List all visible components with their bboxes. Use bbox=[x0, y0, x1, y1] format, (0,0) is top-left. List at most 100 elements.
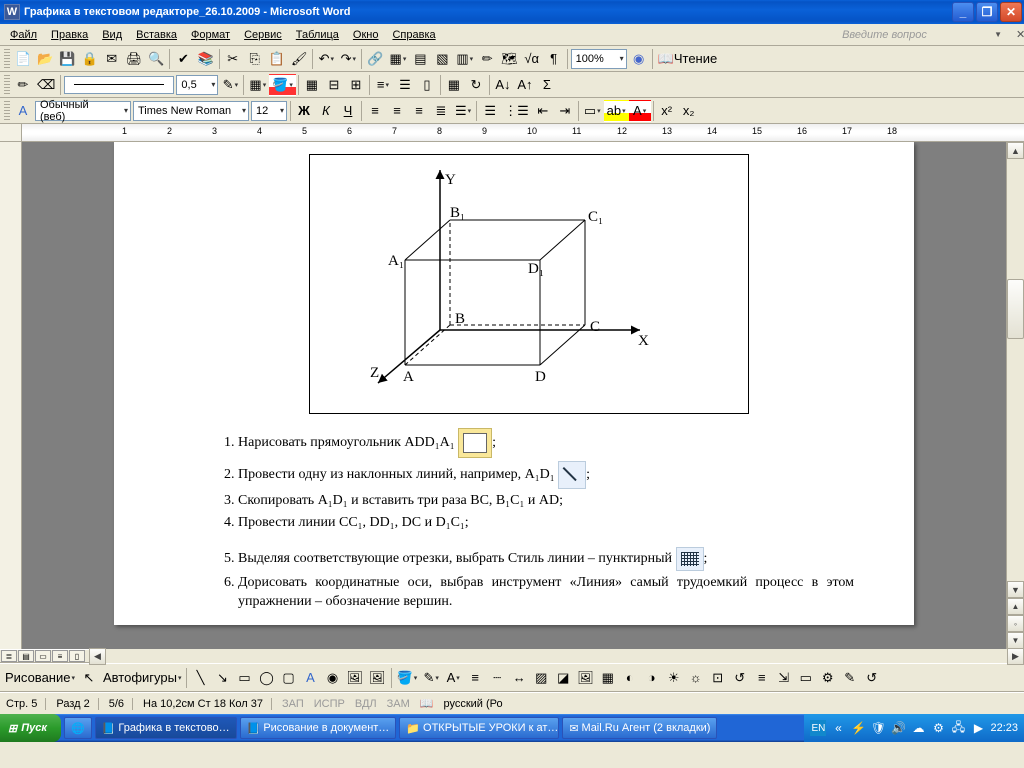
ruler-horizontal[interactable]: 12 34 56 78 910 1112 1314 1516 1718 bbox=[0, 124, 1024, 142]
doc-map-button[interactable]: 🗺 bbox=[498, 48, 521, 70]
arrow-button[interactable]: ↘ bbox=[211, 667, 233, 689]
rectangle-button[interactable]: ▭ bbox=[233, 667, 255, 689]
scroll-down-button[interactable]: ▼ bbox=[1007, 581, 1024, 598]
redo-button[interactable]: ↷ bbox=[337, 48, 359, 70]
menu-window[interactable]: Окно bbox=[347, 27, 385, 43]
cut-button[interactable]: ✂ bbox=[222, 48, 244, 70]
sort-desc-button[interactable]: A↑ bbox=[514, 74, 536, 96]
normal-view-button[interactable]: ≣ bbox=[1, 650, 17, 662]
drawing-toolbar-button[interactable]: ✏ bbox=[476, 48, 498, 70]
decrease-indent-button[interactable]: ⇤ bbox=[532, 100, 554, 122]
taskbar-item-folder[interactable]: 📁ОТКРЫТЫЕ УРОКИ к ат… bbox=[399, 717, 559, 739]
print-view-button[interactable]: ▭ bbox=[35, 650, 51, 662]
status-spellcheck-icon[interactable]: 📖 bbox=[420, 697, 434, 710]
shading-color-button[interactable]: 🪣 bbox=[269, 74, 296, 96]
close-doc-button[interactable]: ✕ bbox=[1010, 26, 1024, 43]
paste-button[interactable]: 📋 bbox=[266, 48, 288, 70]
text-wrap-button[interactable]: ▭ bbox=[795, 667, 817, 689]
tray-icon[interactable]: ☁ bbox=[910, 720, 926, 736]
start-button[interactable]: ⊞Пуск bbox=[0, 714, 61, 742]
new-doc-button[interactable]: 📄 bbox=[12, 48, 34, 70]
toolbar-grip[interactable] bbox=[4, 49, 10, 69]
compress-button[interactable]: ⇲ bbox=[773, 667, 795, 689]
menu-edit[interactable]: Правка bbox=[45, 27, 94, 43]
line-button[interactable]: ╲ bbox=[189, 667, 211, 689]
text-direction-button[interactable]: ↻ bbox=[465, 74, 487, 96]
line-spacing-button[interactable]: ☰ bbox=[452, 100, 474, 122]
status-ovr[interactable]: ЗАМ bbox=[387, 698, 410, 710]
font-color-button[interactable]: A bbox=[629, 100, 651, 122]
less-bright-button[interactable]: ☼ bbox=[685, 667, 707, 689]
underline-button[interactable]: Ч bbox=[337, 100, 359, 122]
fill-color-button[interactable]: 🪣 bbox=[394, 667, 421, 689]
distribute-rows-button[interactable]: ☰ bbox=[394, 74, 416, 96]
insert-table-button[interactable]: ▤ bbox=[409, 48, 431, 70]
minimize-button[interactable]: _ bbox=[952, 2, 974, 22]
print-preview-button[interactable]: 🔍 bbox=[145, 48, 167, 70]
scroll-right-button[interactable]: ▶ bbox=[1007, 648, 1024, 665]
less-contrast-button[interactable]: ◑ bbox=[641, 667, 663, 689]
align-cell-button[interactable]: ≡ bbox=[372, 74, 394, 96]
menu-insert[interactable]: Вставка bbox=[130, 27, 183, 43]
picture-button[interactable]: 🖼 bbox=[366, 667, 389, 689]
increase-indent-button[interactable]: ⇥ bbox=[554, 100, 576, 122]
shadow-button[interactable]: ▨ bbox=[530, 667, 552, 689]
tray-expand-icon[interactable]: « bbox=[830, 720, 846, 736]
tray-clock[interactable]: 22:23 bbox=[990, 722, 1018, 734]
diagram-button[interactable]: ◉ bbox=[321, 667, 343, 689]
menu-table[interactable]: Таблица bbox=[290, 27, 345, 43]
system-tray[interactable]: EN « ⚡ 🛡 🔊 ☁ ⚙ 🖧 ▶ 22:23 bbox=[804, 714, 1024, 742]
taskbar-item-mailru[interactable]: ✉Mail.Ru Агент (2 вкладки) bbox=[562, 717, 717, 739]
hyperlink-button[interactable]: 🔗 bbox=[364, 48, 386, 70]
columns-button[interactable]: ▥ bbox=[453, 48, 476, 70]
menu-tools[interactable]: Сервис bbox=[238, 27, 288, 43]
taskbar-item-word2[interactable]: 📘Рисование в документ… bbox=[240, 717, 397, 739]
clipart-button[interactable]: 🖼 bbox=[343, 667, 366, 689]
3d-button[interactable]: ◪ bbox=[552, 667, 574, 689]
eraser-button[interactable]: ⌫ bbox=[34, 74, 58, 96]
zoom-combo[interactable]: 100% bbox=[571, 49, 627, 69]
select-browse-button[interactable]: ◦ bbox=[1007, 615, 1024, 632]
copy-button[interactable]: ⎘ bbox=[244, 48, 266, 70]
borders-button[interactable]: ▦ bbox=[246, 74, 269, 96]
tray-icon[interactable]: 🛡 bbox=[870, 720, 886, 736]
tray-icon[interactable]: ▶ bbox=[970, 720, 986, 736]
outside-border-button[interactable]: ▭ bbox=[581, 100, 604, 122]
tray-icon[interactable]: ⚡ bbox=[850, 720, 866, 736]
reset-pic-button[interactable]: ↺ bbox=[861, 667, 883, 689]
scroll-up-button[interactable]: ▲ bbox=[1007, 142, 1024, 159]
restore-button[interactable]: ❐ bbox=[976, 2, 998, 22]
toolbar-grip[interactable] bbox=[4, 75, 10, 95]
align-left-button[interactable]: ≡ bbox=[364, 100, 386, 122]
menu-format[interactable]: Формат bbox=[185, 27, 236, 43]
pic-color-button[interactable]: ▦ bbox=[597, 667, 619, 689]
distribute-cols-button[interactable]: ▯ bbox=[416, 74, 438, 96]
menu-help[interactable]: Справка bbox=[386, 27, 441, 43]
taskbar-item-word1[interactable]: 📘Графика в текстово… bbox=[95, 717, 237, 739]
outline-view-button[interactable]: ≡ bbox=[52, 650, 68, 662]
subscript-button[interactable]: x₂ bbox=[678, 100, 700, 122]
vertical-scrollbar[interactable]: ▲ ▼ ▲ ◦ ▼ bbox=[1006, 142, 1024, 649]
tray-icon[interactable]: 🔊 bbox=[890, 720, 906, 736]
ruler-vertical[interactable] bbox=[0, 142, 22, 649]
bullets-button[interactable]: ⋮☰ bbox=[501, 100, 532, 122]
line-weight-combo[interactable]: 0,5 bbox=[176, 75, 218, 95]
justify-button[interactable]: ≣ bbox=[430, 100, 452, 122]
tray-icon[interactable]: 🖧 bbox=[950, 720, 966, 736]
status-trk[interactable]: ИСПР bbox=[314, 698, 345, 710]
rotate-left-button[interactable]: ↺ bbox=[729, 667, 751, 689]
drawing-menu[interactable]: Рисование bbox=[2, 667, 78, 689]
document-area[interactable]: Y X Z A B C D A₁ B₁ C₁ D₁ Нарисовать bbox=[22, 142, 1006, 649]
format-painter-button[interactable]: 🖌 bbox=[288, 48, 311, 70]
italic-button[interactable]: К bbox=[315, 100, 337, 122]
crop-button[interactable]: ⊡ bbox=[707, 667, 729, 689]
superscript-button[interactable]: x² bbox=[656, 100, 678, 122]
oval-button[interactable]: ◯ bbox=[255, 667, 277, 689]
spellcheck-button[interactable]: ✔ bbox=[172, 48, 194, 70]
style-combo[interactable]: Обычный (веб) bbox=[35, 101, 131, 121]
menu-file[interactable]: Файл bbox=[4, 27, 43, 43]
scroll-thumb[interactable] bbox=[1007, 279, 1024, 339]
draw-table-button[interactable]: ✏ bbox=[12, 74, 34, 96]
font-color-draw-button[interactable]: A bbox=[442, 667, 464, 689]
align-center-button[interactable]: ≡ bbox=[386, 100, 408, 122]
